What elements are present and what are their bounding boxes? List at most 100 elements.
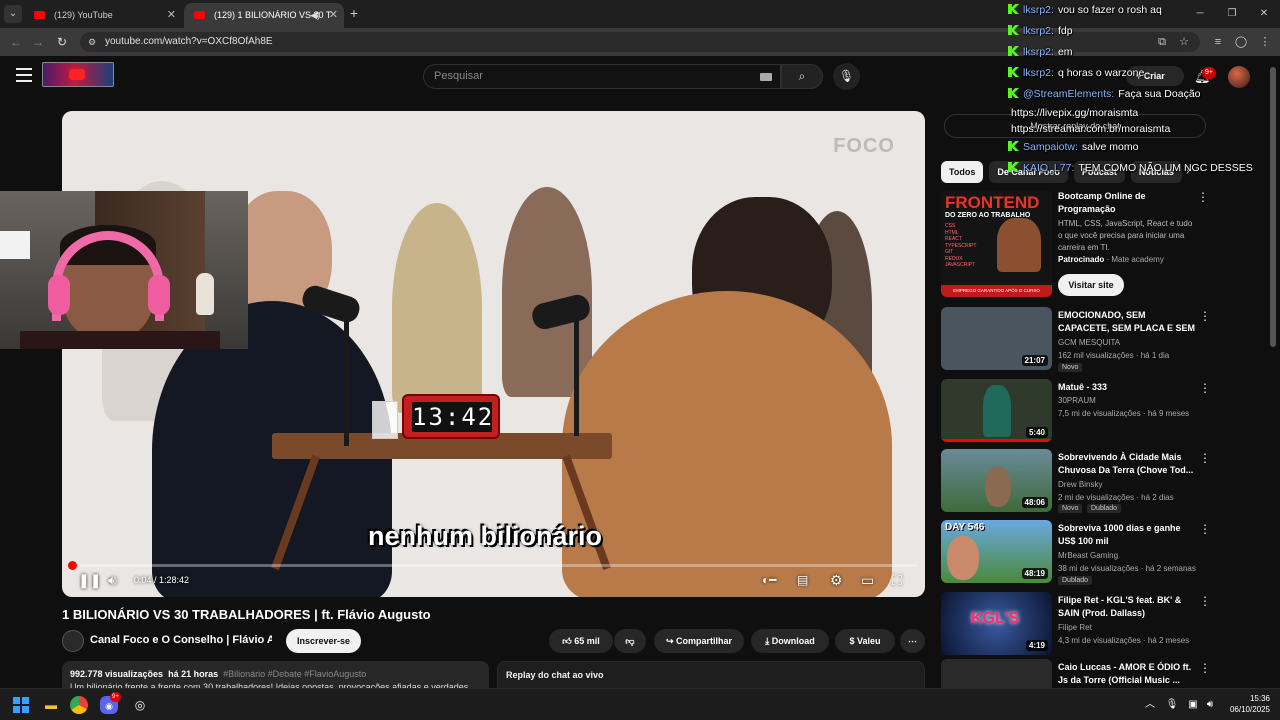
tab-youtube-home[interactable]: (129) YouTube ✕: [24, 3, 182, 28]
rec-title[interactable]: Filipe Ret - KGL'S feat. BK' & SAIN (Pro…: [1058, 594, 1198, 620]
more-vertical-icon[interactable]: ⋮: [1199, 522, 1211, 536]
rec-video[interactable]: DAY 546 48:19 Sobreviva 1000 dias e ganh…: [941, 520, 1261, 586]
file-explorer-icon[interactable]: ▬: [41, 695, 61, 715]
more-vertical-icon[interactable]: ⋮: [1199, 594, 1211, 608]
share-button[interactable]: ↪ Compartilhar: [654, 629, 744, 653]
forward-arrow-icon[interactable]: →: [30, 34, 46, 50]
more-vertical-icon[interactable]: ⋮: [1199, 309, 1211, 323]
chat-message: lksrp2: vou so fazer o rosh aq: [1008, 0, 1280, 21]
volume-icon[interactable]: 🔊︎: [108, 570, 117, 590]
super-thanks-icon: $: [849, 636, 857, 646]
back-arrow-icon[interactable]: ←: [8, 34, 24, 50]
close-tab-icon[interactable]: ✕: [167, 3, 176, 28]
site-info-icon[interactable]: ⚙: [86, 36, 98, 48]
progress-bar[interactable]: [68, 561, 917, 570]
rec-channel[interactable]: GCM MESQUITA: [1058, 338, 1120, 347]
time-display: 0:04 / 1:28:42: [134, 575, 190, 585]
dislike-button[interactable]: 👎︎: [614, 629, 646, 653]
thanks-label: Valeu: [857, 636, 881, 646]
pause-icon[interactable]: ❚❚: [78, 570, 101, 590]
rec-title[interactable]: Matuê - 333: [1058, 381, 1198, 394]
hashtags[interactable]: #Bilionário #Debate #FlavioAugusto: [223, 669, 366, 679]
rec-title[interactable]: EMOCIONADO, SEM CAPACETE, SEM PLACA E SE…: [1058, 309, 1198, 335]
chat-username: lksrp2:: [1023, 25, 1054, 37]
close-tab-icon[interactable]: ✕: [329, 3, 338, 28]
visit-site-button[interactable]: Visitar site: [1058, 274, 1124, 296]
rec-video[interactable]: KGL'S 4:19 Filipe Ret - KGL'S feat. BK' …: [941, 592, 1261, 658]
more-actions-button[interactable]: ⋯: [900, 629, 925, 653]
like-button[interactable]: 👍︎ 65 mil: [549, 629, 613, 653]
rec-thumbnail[interactable]: KGL'S 4:19: [941, 592, 1052, 655]
rec-video[interactable]: 5:40 Matuê - 333 30PRAUM 7,5 mi de visua…: [941, 379, 1261, 445]
search-input[interactable]: Pesquisar: [423, 64, 781, 89]
kick-logo-icon: [1008, 4, 1019, 14]
ad-card[interactable]: FRONTEND DO ZERO AO TRABALHO CSS HTML RE…: [941, 190, 1261, 300]
mic-stand: [344, 311, 349, 446]
system-clock[interactable]: 15:36 06/10/2025: [1230, 693, 1270, 715]
kick-logo-icon: [1008, 46, 1019, 56]
chat-text: fdp: [1057, 25, 1073, 37]
rec-thumbnail[interactable]: 48:06: [941, 449, 1052, 512]
volume-tray-icon[interactable]: 🔊︎: [1200, 695, 1220, 715]
rec-thumbnail[interactable]: 5:40: [941, 379, 1052, 442]
duration-badge: 48:19: [1021, 568, 1048, 579]
rec-title[interactable]: Sobreviva 1000 dias e ganhe US$ 100 mil: [1058, 522, 1198, 548]
rec-channel[interactable]: Filipe Ret: [1058, 623, 1092, 632]
settings-gear-icon[interactable]: ⚙: [830, 570, 843, 590]
ad-thumbnail[interactable]: FRONTEND DO ZERO AO TRABALHO CSS HTML RE…: [941, 190, 1052, 297]
fullscreen-icon[interactable]: ⛶: [892, 570, 902, 590]
rec-title[interactable]: Sobrevivendo À Cidade Mais Chuvosa Da Te…: [1058, 451, 1198, 477]
youtube-logo[interactable]: [42, 62, 114, 87]
new-badge: Novo: [1058, 504, 1083, 513]
video-player[interactable]: 13:42 FOCO nenhum bilionário ❚❚ 🔊︎ 0:04 …: [62, 111, 925, 597]
screen: ⌄ (129) YouTube ✕ (129) 1 BILIONÁRIO VS …: [0, 0, 1280, 720]
channel-avatar[interactable]: [62, 630, 84, 652]
microphone-icon: 🎙: [838, 69, 855, 83]
keyboard-icon[interactable]: [760, 73, 772, 81]
download-button[interactable]: ⤓ Download: [751, 629, 829, 653]
rec-title[interactable]: Caio Luccas - AMOR E ÓDIO ft. Js da Torr…: [1058, 661, 1198, 687]
youtube-favicon-icon: [194, 11, 205, 19]
rec-video[interactable]: 21:07 EMOCIONADO, SEM CAPACETE, SEM PLAC…: [941, 307, 1261, 373]
more-vertical-icon[interactable]: ⋮: [1199, 451, 1211, 465]
voice-search-button[interactable]: 🎙: [833, 63, 860, 90]
rec-video[interactable]: 48:06 Sobrevivendo À Cidade Mais Chuvosa…: [941, 449, 1261, 515]
windows-start-icon[interactable]: [13, 697, 29, 713]
rec-channel[interactable]: 30PRAUM: [1058, 396, 1096, 405]
search-button[interactable]: ⌕: [781, 64, 823, 89]
speaker-icon[interactable]: ◀): [310, 3, 320, 28]
clock-date: 06/10/2025: [1229, 705, 1270, 714]
tab-video-active[interactable]: (129) 1 BILIONÁRIO VS 30 T ◀) ✕: [184, 3, 344, 28]
duration-badge: 48:06: [1021, 497, 1048, 508]
guide-menu-icon[interactable]: [16, 68, 32, 82]
tab-search-chevron-icon[interactable]: ⌄: [4, 5, 22, 23]
ad-title[interactable]: Bootcamp Online de Programação: [1058, 190, 1193, 216]
sponsored-label: Patrocinado: [1058, 255, 1105, 264]
headphone-cup: [148, 275, 170, 315]
app-icon[interactable]: ◎: [130, 695, 150, 715]
new-tab-plus-icon[interactable]: +: [347, 5, 361, 21]
chrome-icon[interactable]: [70, 696, 88, 714]
view-count: 992.778 visualizações: [70, 669, 164, 679]
chip-all[interactable]: Todos: [941, 161, 984, 183]
rec-video[interactable]: Caio Luccas - AMOR E ÓDIO ft. Js da Torr…: [941, 659, 1261, 688]
autoplay-toggle[interactable]: ◐━: [762, 570, 776, 590]
more-vertical-icon[interactable]: ⋮: [1197, 190, 1209, 204]
tray-chevron-icon[interactable]: ︿: [1140, 695, 1160, 715]
rec-thumbnail[interactable]: [941, 659, 1052, 688]
more-vertical-icon[interactable]: ⋮: [1199, 381, 1211, 395]
subtitles-icon[interactable]: ▤: [797, 570, 808, 590]
rec-thumb-figure: [983, 385, 1011, 437]
rec-channel[interactable]: Drew Binsky: [1058, 480, 1102, 489]
thanks-button[interactable]: $ Valeu: [835, 629, 895, 653]
microphone-tray-icon[interactable]: 🎙: [1162, 695, 1182, 715]
scrubber-handle[interactable]: [68, 561, 77, 570]
more-vertical-icon[interactable]: ⋮: [1199, 661, 1211, 675]
rec-thumbnail[interactable]: 21:07: [941, 307, 1052, 370]
channel-name[interactable]: Canal Foco e O Conselho | Flávio Au...: [90, 634, 272, 646]
reload-icon[interactable]: ↻: [54, 34, 70, 50]
subscribe-button[interactable]: Inscrever-se: [286, 629, 361, 653]
rec-thumbnail[interactable]: DAY 546 48:19: [941, 520, 1052, 583]
theater-mode-icon[interactable]: ▭: [861, 570, 874, 590]
rec-channel[interactable]: MrBeast Gaming: [1058, 551, 1118, 560]
